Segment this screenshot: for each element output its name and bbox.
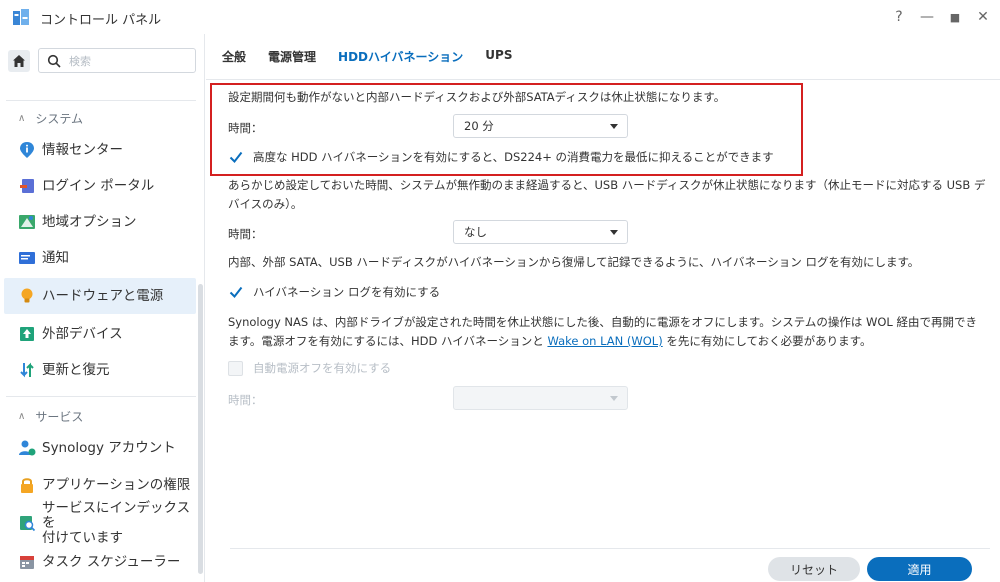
sidebar-item-synology-account[interactable]: Synology アカウント — [4, 430, 196, 466]
chevron-up-icon: ∧ — [18, 113, 26, 124]
chevron-up-icon: ∧ — [18, 411, 26, 422]
notification-icon — [19, 252, 35, 264]
internal-time-value: 20 分 — [464, 119, 494, 133]
sidebar-item-label: 更新と復元 — [42, 361, 110, 378]
check-icon — [229, 151, 242, 164]
window-title: コントロール パネル — [40, 13, 162, 28]
search-input[interactable]: 検索 — [38, 48, 196, 73]
search-icon — [47, 54, 61, 68]
reset-button[interactable]: リセット — [768, 557, 860, 581]
divider — [6, 100, 196, 101]
advanced-hibernation-checkbox[interactable] — [228, 150, 243, 165]
sidebar-item-label: Synology アカウント — [42, 439, 176, 456]
sidebar-item-region[interactable]: 地域オプション — [4, 204, 196, 240]
sidebar-item-label: 地域オプション — [42, 213, 137, 230]
sidebar-scrollbar[interactable] — [198, 284, 203, 574]
minimize-button[interactable]: — — [916, 6, 938, 28]
tab-power[interactable]: 電源管理 — [268, 48, 316, 75]
chevron-down-icon — [610, 396, 618, 401]
auto-poweroff-label: 自動電源オフを有効にする — [253, 361, 392, 375]
bulb-icon — [21, 288, 33, 303]
wol-link[interactable]: Wake on LAN (WOL) — [547, 334, 662, 348]
usb-time-select[interactable]: なし — [453, 220, 628, 244]
sidebar-item-label: サービスにインデックスを 付けています — [42, 499, 191, 546]
advanced-hibernation-label: 高度な HDD ハイバネーションを有効にすると、DS224+ の消費電力を最低に… — [253, 150, 774, 164]
sidebar-item-external-devices[interactable]: 外部デバイス — [4, 316, 196, 352]
sidebar-item-notification[interactable]: 通知 — [4, 240, 196, 276]
help-button[interactable]: ? — [888, 6, 910, 28]
home-button[interactable] — [8, 50, 30, 72]
tab-hdd-hibernation[interactable]: HDDハイバネーション — [338, 48, 463, 75]
usb-time-label: 時間： — [228, 227, 263, 241]
usb-time-value: なし — [464, 225, 487, 239]
sidebar-item-update-restore[interactable]: 更新と復元 — [4, 352, 196, 388]
update-icon — [20, 362, 34, 378]
section-label: サービス — [35, 410, 84, 424]
sidebar-item-info-center[interactable]: 情報センター — [4, 132, 196, 168]
sidebar-item-label: 通知 — [42, 249, 69, 266]
auto-poweroff-time-select — [453, 386, 628, 410]
lock-icon — [21, 478, 33, 493]
sidebar-item-label: ハードウェアと電源 — [42, 287, 164, 304]
sidebar-item-indexing-service[interactable]: サービスにインデックスを 付けています — [4, 499, 196, 546]
footer-divider — [230, 548, 990, 549]
auto-poweroff-description: Synology NAS は、内部ドライブが設定された時間を休止状態にした後、自… — [228, 315, 977, 348]
internal-time-select[interactable]: 20 分 — [453, 114, 628, 138]
index-icon — [20, 516, 36, 532]
calendar-icon — [20, 556, 34, 569]
sidebar-item-label: アプリケーションの権限 — [42, 476, 191, 493]
sidebar-item-label: 情報センター — [42, 141, 123, 158]
check-icon — [229, 286, 242, 299]
sidebar-item-app-permissions[interactable]: アプリケーションの権限 — [4, 467, 196, 503]
auto-poweroff-time-label: 時間： — [228, 393, 263, 407]
control-panel-icon — [13, 9, 29, 25]
sidebar-item-hardware-power[interactable]: ハードウェアと電源 — [4, 278, 196, 314]
hibernation-log-label: ハイバネーション ログを有効にする — [253, 285, 441, 299]
tab-general[interactable]: 全般 — [222, 48, 246, 75]
usb-hibernation-description: あらかじめ設定しておいた時間、システムが無作動のまま経過すると、USB ハードデ… — [228, 178, 986, 211]
tab-divider — [206, 79, 1000, 80]
search-placeholder: 検索 — [69, 54, 91, 68]
sidebar-list: ∧ システム 情報センター ログイン ポータル 地域オプション 通知 ハードウェ… — [0, 98, 204, 582]
title-bar: コントロール パネル ? — ■ ✕ — [0, 0, 1000, 34]
hibernation-log-checkbox-row[interactable]: ハイバネーション ログを有効にする — [228, 284, 440, 300]
home-icon — [13, 55, 25, 67]
sidebar-item-label: 外部デバイス — [42, 325, 123, 342]
region-icon — [19, 215, 35, 229]
advanced-hibernation-checkbox-row[interactable]: 高度な HDD ハイバネーションを有効にすると、DS224+ の消費電力を最低に… — [228, 149, 774, 165]
sidebar: 検索 ∧ システム 情報センター ログイン ポータル 地域オプション 通知 ハー… — [0, 34, 205, 582]
apply-button[interactable]: 適用 — [867, 557, 972, 581]
account-icon — [19, 440, 36, 456]
login-portal-icon — [20, 179, 34, 193]
sidebar-item-task-scheduler[interactable]: タスク スケジューラー — [4, 544, 196, 580]
external-device-icon — [20, 327, 34, 341]
chevron-down-icon — [610, 230, 618, 235]
sidebar-item-login-portal[interactable]: ログイン ポータル — [4, 168, 196, 204]
section-label: システム — [35, 112, 83, 126]
maximize-button[interactable]: ■ — [944, 6, 966, 28]
info-icon — [20, 142, 34, 158]
section-services[interactable]: ∧ サービス — [18, 408, 83, 425]
hibernation-log-checkbox[interactable] — [228, 285, 243, 300]
chevron-down-icon — [610, 124, 618, 129]
close-button[interactable]: ✕ — [972, 6, 994, 28]
auto-poweroff-checkbox-row: 自動電源オフを有効にする — [228, 360, 391, 376]
section-system[interactable]: ∧ システム — [18, 110, 83, 127]
divider — [6, 396, 196, 397]
tab-bar: 全般 電源管理 HDDハイバネーション UPS — [222, 48, 534, 75]
hibernation-log-description: 内部、外部 SATA、USB ハードディスクがハイバネーションから復帰して記録で… — [228, 255, 920, 269]
internal-time-label: 時間： — [228, 121, 263, 135]
sidebar-item-label: タスク スケジューラー — [42, 553, 181, 570]
tab-ups[interactable]: UPS — [485, 48, 512, 75]
auto-poweroff-checkbox — [228, 360, 243, 376]
internal-hibernation-description: 設定期間何も動作がないと内部ハードディスクおよび外部SATAディスクは休止状態に… — [228, 90, 726, 104]
sidebar-item-label: ログイン ポータル — [42, 177, 155, 194]
